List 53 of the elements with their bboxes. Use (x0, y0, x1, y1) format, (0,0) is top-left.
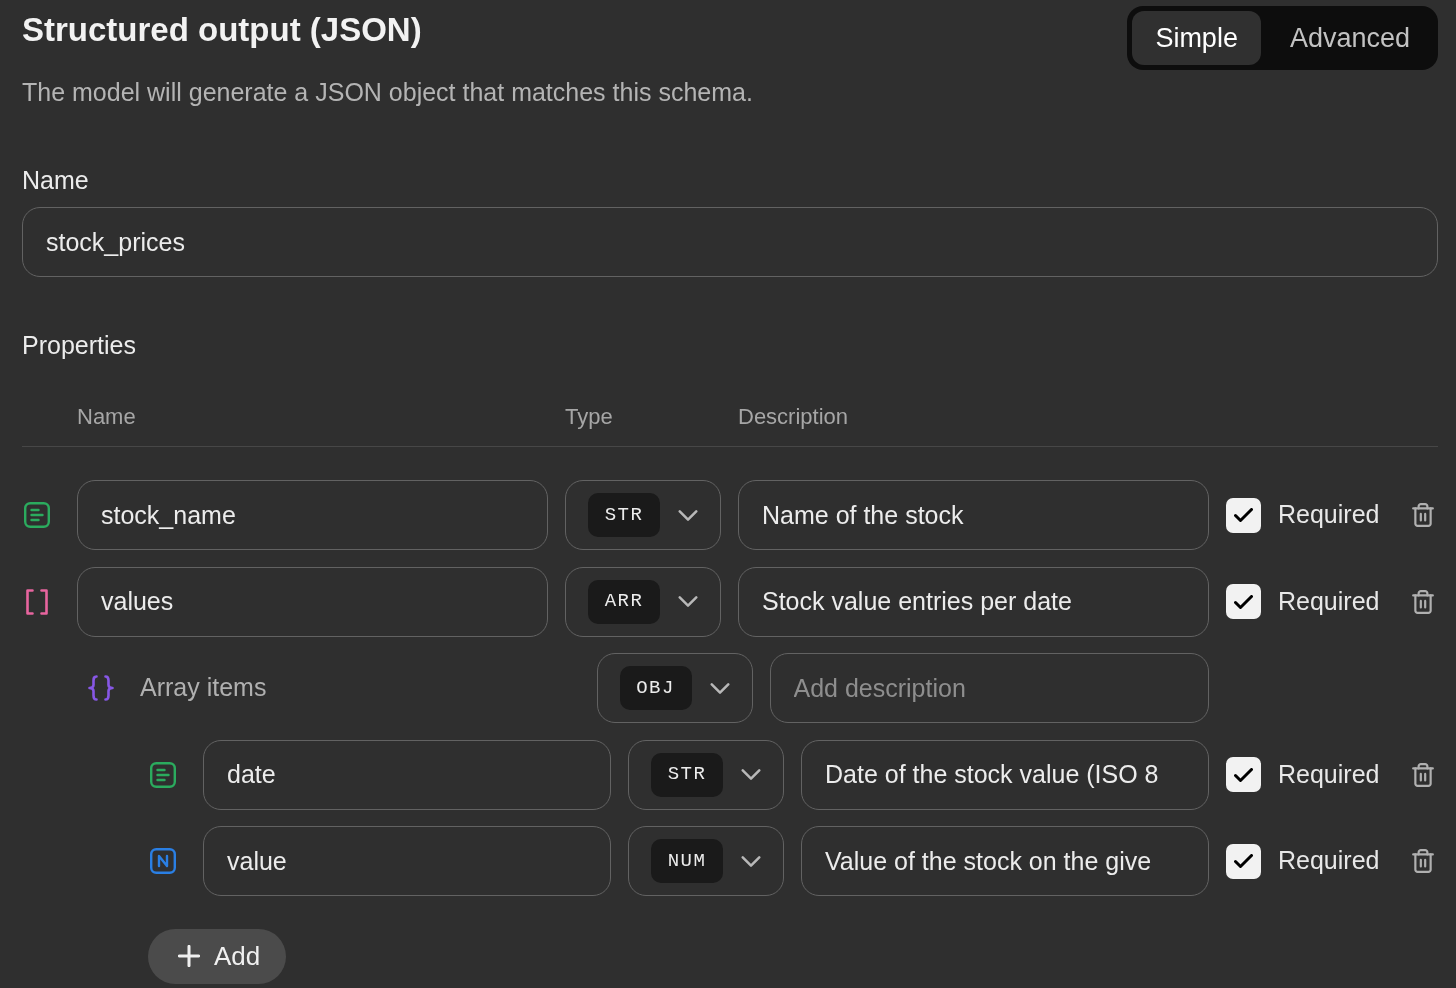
check-icon (1234, 854, 1253, 868)
trash-icon[interactable] (1412, 503, 1434, 527)
type-select[interactable]: OBJ (596, 653, 753, 723)
chevron-down-icon (741, 769, 761, 780)
type-select[interactable]: ARR (565, 566, 721, 637)
column-header: Type (565, 403, 614, 431)
chevron-down-icon (741, 855, 761, 867)
name-input[interactable]: stock_name (77, 480, 548, 550)
trash-icon[interactable] (1412, 762, 1434, 787)
column-header: Description (738, 403, 850, 431)
check-icon (1234, 508, 1253, 522)
braces-icon (88, 675, 114, 701)
n-square-icon (150, 848, 176, 874)
section-title: Properties (22, 330, 137, 361)
column-header: Name (77, 403, 137, 431)
description-input[interactable]: Value of the stock on the give (801, 826, 1209, 896)
chevron-down-icon (709, 682, 730, 694)
required-label: Required (1278, 845, 1380, 877)
required-label: Required (1278, 499, 1380, 531)
page-subtitle: The model will generate a JSON object that matches this schema. (22, 77, 753, 108)
check-icon (1234, 767, 1253, 782)
items-label: Array items (140, 672, 267, 704)
plus-icon (178, 945, 200, 967)
required-checkbox[interactable] (1226, 497, 1261, 533)
type-select[interactable]: NUM (628, 826, 784, 896)
text-square-icon (150, 761, 176, 788)
field-label: Name (22, 165, 90, 196)
name-input[interactable]: date (203, 739, 611, 810)
description-input[interactable]: Date of the stock value (ISO 8 (801, 739, 1209, 810)
description-input[interactable]: Name of the stock (738, 480, 1209, 550)
chevron-down-icon (678, 596, 698, 607)
page-title: Structured output (JSON) (22, 10, 423, 50)
trash-icon[interactable] (1412, 589, 1434, 614)
check-icon (1234, 594, 1253, 609)
name-input[interactable]: values (77, 566, 548, 637)
trash-icon[interactable] (1412, 849, 1434, 873)
text-square-icon (24, 502, 50, 528)
type-select[interactable]: STR (565, 480, 721, 550)
name-input[interactable]: stock_prices (22, 207, 1438, 277)
name-input[interactable]: value (203, 826, 611, 896)
required-label: Required (1278, 585, 1380, 617)
add-button[interactable]: Add (148, 928, 287, 984)
description-input[interactable]: Add description (769, 653, 1209, 723)
mode-tab[interactable]: Advanced (1266, 11, 1433, 65)
required-checkbox[interactable] (1226, 843, 1261, 879)
type-select[interactable]: STR (628, 739, 784, 810)
brackets-icon (24, 588, 50, 615)
required-checkbox[interactable] (1226, 757, 1261, 792)
required-checkbox[interactable] (1226, 584, 1261, 619)
chevron-down-icon (678, 509, 698, 521)
description-input[interactable]: Stock value entries per date (738, 566, 1209, 637)
required-label: Required (1278, 758, 1380, 790)
mode-tab[interactable]: Simple (1132, 11, 1261, 65)
